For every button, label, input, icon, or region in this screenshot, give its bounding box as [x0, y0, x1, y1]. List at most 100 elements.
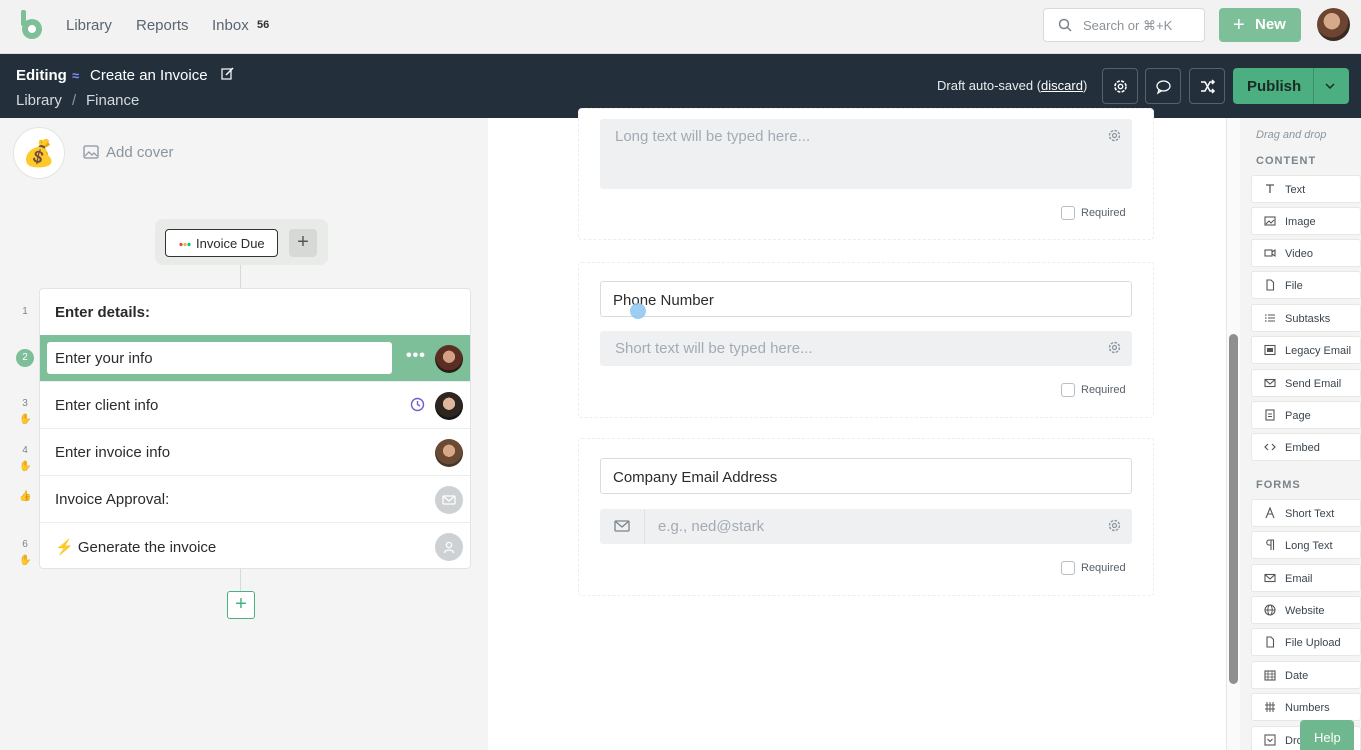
field-settings-icon[interactable]: [1107, 340, 1122, 355]
widget-label: Long Text: [1285, 540, 1333, 552]
help-button[interactable]: Help: [1300, 720, 1354, 750]
connector-line: [240, 569, 241, 591]
list-icon: [1265, 314, 1275, 322]
monday-icon: [179, 242, 191, 247]
breadcrumb-finance[interactable]: Finance: [86, 92, 139, 109]
workflow-title[interactable]: Create an Invoice: [90, 67, 208, 84]
file-icon: [1266, 279, 1275, 291]
mail-icon: [1264, 573, 1276, 583]
widget-website[interactable]: Website: [1251, 596, 1361, 624]
email-card: Company Email Address e.g., ned@stark Re…: [578, 438, 1154, 596]
task-row[interactable]: ⚡ Generate the invoice: [40, 523, 470, 570]
mail-icon: [614, 520, 630, 532]
publish-divider: [1313, 68, 1314, 104]
email-prefix: [600, 509, 645, 544]
widget-label: Email: [1285, 573, 1313, 585]
mail-icon: [1264, 378, 1276, 388]
task-row[interactable]: Enter your info •••: [40, 335, 470, 382]
more-icon[interactable]: •••: [406, 347, 426, 365]
widget-video[interactable]: Video: [1251, 239, 1361, 267]
add-step-button[interactable]: +: [227, 591, 255, 619]
task-header[interactable]: Enter details:: [40, 289, 470, 336]
task-label: Enter details:: [55, 304, 151, 321]
file-icon: [1266, 636, 1275, 648]
legacy-email-icon: [1264, 344, 1276, 356]
comments-button[interactable]: [1145, 68, 1181, 104]
field-settings-icon[interactable]: [1107, 518, 1122, 533]
trigger-invoice-due[interactable]: Invoice Due: [165, 229, 278, 257]
task-row[interactable]: Enter invoice info: [40, 429, 470, 476]
step-number: 3: [22, 398, 28, 409]
phone-number-card: Phone Number Short text will be typed he…: [578, 262, 1154, 418]
task-row[interactable]: Invoice Approval:: [40, 476, 470, 523]
unassigned-avatar[interactable]: [435, 533, 463, 561]
widget-label: Short Text: [1285, 508, 1335, 520]
short-text-field[interactable]: Short text will be typed here...: [600, 331, 1132, 366]
task-name-input[interactable]: Enter your info: [47, 342, 392, 374]
email-assignee[interactable]: [435, 486, 463, 514]
nav-reports[interactable]: Reports: [136, 17, 189, 34]
nav-library[interactable]: Library: [66, 17, 112, 34]
long-text-field[interactable]: Long text will be typed here...: [600, 119, 1132, 189]
widget-embed[interactable]: Embed: [1251, 433, 1361, 461]
task-label: Enter client info: [55, 397, 159, 414]
dropdown-icon: [1264, 734, 1276, 746]
settings-button[interactable]: [1102, 68, 1138, 104]
assignee-avatar[interactable]: [435, 392, 463, 420]
field-label-input[interactable]: Company Email Address: [600, 458, 1132, 494]
required-checkbox[interactable]: [1061, 206, 1075, 220]
page-icon: [1265, 409, 1275, 421]
required-checkbox[interactable]: [1061, 383, 1075, 397]
new-button-label: New: [1255, 16, 1286, 33]
add-trigger-button[interactable]: +: [289, 229, 317, 257]
widget-send-email[interactable]: Send Email: [1251, 369, 1361, 397]
widget-legacy-email[interactable]: Legacy Email: [1251, 336, 1361, 364]
widget-date[interactable]: Date: [1251, 661, 1361, 689]
widget-page[interactable]: Page: [1251, 401, 1361, 429]
required-label: Required: [1081, 562, 1126, 574]
search-icon: [1058, 18, 1072, 32]
widget-short-text[interactable]: Short Text: [1251, 499, 1361, 527]
assignee-avatar[interactable]: [435, 345, 463, 373]
short-text-placeholder: Short text will be typed here...: [615, 340, 813, 357]
field-label-input[interactable]: Phone Number: [600, 281, 1132, 317]
widget-label: Date: [1285, 670, 1309, 682]
email-field[interactable]: e.g., ned@stark: [600, 509, 1132, 544]
widget-numbers[interactable]: Numbers: [1251, 693, 1361, 721]
widget-label: File Upload: [1285, 637, 1341, 649]
widget-subtasks[interactable]: Subtasks: [1251, 304, 1361, 332]
required-checkbox[interactable]: [1061, 561, 1075, 575]
widget-label: Numbers: [1285, 702, 1330, 714]
chevron-down-icon[interactable]: [1324, 80, 1336, 92]
assignee-avatar[interactable]: [435, 439, 463, 467]
content-section-title: CONTENT: [1256, 155, 1317, 167]
publish-button[interactable]: Publish: [1233, 68, 1349, 104]
logo-icon[interactable]: [18, 10, 44, 40]
workflow-emoji[interactable]: 💰: [13, 127, 65, 179]
field-label: Company Email Address: [613, 469, 778, 486]
task-row[interactable]: Enter client info: [40, 382, 470, 429]
widget-long-text[interactable]: Long Text: [1251, 531, 1361, 559]
user-avatar[interactable]: [1317, 8, 1350, 41]
top-nav: Library Reports Inbox 56 Search or ⌘+K +…: [0, 0, 1361, 54]
breadcrumb-library[interactable]: Library: [16, 92, 62, 109]
trigger-label: Invoice Due: [196, 236, 265, 251]
widget-text[interactable]: Text: [1251, 175, 1361, 203]
paragraph-icon: [1266, 539, 1275, 550]
widget-file[interactable]: File: [1251, 271, 1361, 299]
widget-label: Page: [1285, 410, 1311, 422]
user-icon: [443, 541, 455, 554]
search-input[interactable]: Search or ⌘+K: [1043, 8, 1205, 42]
field-settings-icon[interactable]: [1107, 128, 1122, 143]
autosave-text: Draft auto-saved (: [937, 78, 1042, 93]
nav-inbox[interactable]: Inbox: [212, 17, 249, 34]
new-button[interactable]: + New: [1219, 8, 1301, 42]
discard-link[interactable]: discard: [1041, 78, 1083, 93]
widget-image[interactable]: Image: [1251, 207, 1361, 235]
edit-title-icon[interactable]: [221, 67, 234, 80]
scrollbar-thumb[interactable]: [1229, 334, 1238, 684]
widget-file-upload[interactable]: File Upload: [1251, 628, 1361, 656]
logic-button[interactable]: [1189, 68, 1225, 104]
widget-email[interactable]: Email: [1251, 564, 1361, 592]
task-label: Invoice Approval:: [55, 491, 170, 508]
